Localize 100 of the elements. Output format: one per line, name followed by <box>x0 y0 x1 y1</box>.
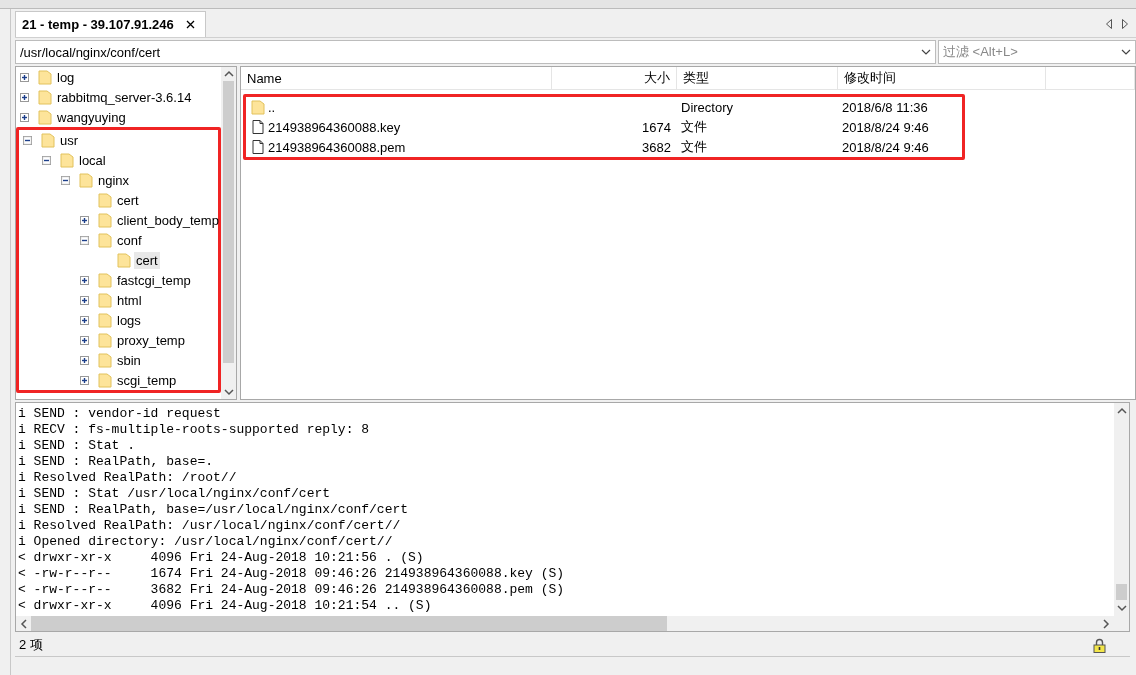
expand-icon[interactable] <box>80 375 89 385</box>
session-tab[interactable]: 21 - temp - 39.107.91.246 <box>15 11 206 37</box>
file-modified: 2018/8/24 9:46 <box>842 119 929 135</box>
tree-item[interactable]: usr <box>19 130 218 150</box>
folder-icon <box>37 89 53 105</box>
path-field[interactable]: /usr/local/nginx/conf/cert <box>15 40 936 64</box>
folder-icon <box>250 99 266 115</box>
folder-icon <box>97 272 113 288</box>
folder-icon <box>97 212 113 228</box>
file-icon <box>250 139 266 155</box>
folder-icon <box>59 152 75 168</box>
folder-icon <box>40 132 56 148</box>
tree-item[interactable]: nginx <box>19 170 218 190</box>
file-size: 1674 <box>642 119 671 135</box>
file-row[interactable]: 214938964360088.pem 3682 文件 2018/8/24 9:46 <box>246 137 962 157</box>
tree-item[interactable]: html <box>19 290 218 310</box>
scrollbar[interactable] <box>221 67 236 399</box>
scrollbar-thumb[interactable] <box>223 81 234 363</box>
scrollbar-thumb[interactable] <box>1116 584 1127 600</box>
column-header[interactable]: Name <box>241 67 552 89</box>
tree-item[interactable]: rabbitmq_server-3.6.14 <box>16 87 221 107</box>
scrollbar-thumb[interactable] <box>31 616 667 631</box>
log-line: < -rw-r--r-- 3682 Fri 24-Aug-2018 09:46:26 214938964360088.pem (S) <box>18 582 566 598</box>
folder-icon <box>97 352 113 368</box>
scroll-up-icon[interactable] <box>223 70 234 78</box>
scroll-left-icon[interactable] <box>20 618 27 629</box>
log-line: i SEND : vendor-id request <box>18 406 222 422</box>
scrollbar[interactable] <box>1114 403 1129 616</box>
tree-item[interactable]: scgi_temp <box>19 370 218 390</box>
file-row[interactable]: .. Directory 2018/6/8 11:36 <box>246 97 962 117</box>
collapse-icon[interactable] <box>61 175 70 185</box>
log-line: i SEND : RealPath, base=. <box>18 454 215 470</box>
column-header[interactable]: 类型 <box>677 67 838 89</box>
item-count: 2 项 <box>19 636 43 654</box>
file-type: 文件 <box>681 138 707 156</box>
column-header[interactable]: 修改时间 <box>838 67 1046 89</box>
folder-icon <box>116 252 132 268</box>
expand-icon[interactable] <box>80 275 89 285</box>
collapse-icon[interactable] <box>42 155 51 165</box>
lock-icon <box>1093 637 1106 653</box>
expand-icon[interactable] <box>80 335 89 345</box>
folder-icon <box>37 69 53 85</box>
file-icon <box>250 119 266 135</box>
tree-item[interactable]: conf <box>19 230 218 250</box>
expand-icon[interactable] <box>80 355 89 365</box>
log-line: i SEND : Stat . <box>18 438 137 454</box>
folder-icon <box>78 172 94 188</box>
expand-icon[interactable] <box>80 215 89 225</box>
scroll-up-icon[interactable] <box>1116 407 1127 415</box>
log-line: i Opened directory: /usr/local/nginx/conf/cert// <box>18 534 394 550</box>
log-line: < drwxr-xr-x 4096 Fri 24-Aug-2018 10:21:54 .. (S) <box>18 598 433 614</box>
file-type: Directory <box>681 99 733 115</box>
tree-item[interactable]: log <box>16 67 221 87</box>
log-line: i RECV : fs-multiple-roots-supported reply: 8 <box>18 422 371 438</box>
scroll-right-icon[interactable] <box>1122 19 1128 29</box>
folder-icon <box>97 292 113 308</box>
expand-icon[interactable] <box>80 315 89 325</box>
file-name: 214938964360088.pem <box>268 139 406 155</box>
tree-item[interactable]: wangyuying <box>16 107 221 127</box>
folder-icon <box>97 312 113 328</box>
log-line: < -rw-r--r-- 1674 Fri 24-Aug-2018 09:46:26 214938964360088.key (S) <box>18 566 566 582</box>
expand-icon[interactable] <box>20 112 29 122</box>
tree-item[interactable]: cert <box>19 250 218 270</box>
scroll-left-icon[interactable] <box>1106 19 1112 29</box>
expand-icon[interactable] <box>20 72 29 82</box>
tree-item[interactable]: sbin <box>19 350 218 370</box>
folder-icon <box>97 332 113 348</box>
log-line: i SEND : Stat /usr/local/nginx/conf/cert <box>18 486 332 502</box>
file-type: 文件 <box>681 118 707 136</box>
tree-item[interactable]: cert <box>19 190 218 210</box>
log-line: i SEND : RealPath, base=/usr/local/nginx/conf/cert <box>18 502 410 518</box>
dropdown-icon[interactable] <box>1121 49 1131 55</box>
dropdown-icon[interactable] <box>921 49 931 55</box>
folder-icon <box>37 109 53 125</box>
close-icon[interactable] <box>185 20 195 29</box>
tree-item[interactable]: logs <box>19 310 218 330</box>
file-modified: 2018/8/24 9:46 <box>842 139 929 155</box>
column-header[interactable]: 大小 <box>552 67 677 89</box>
log-line: i Resolved RealPath: /usr/local/nginx/conf/cert// <box>18 518 402 534</box>
folder-icon <box>97 192 113 208</box>
tree-item[interactable]: local <box>19 150 218 170</box>
expand-icon[interactable] <box>80 295 89 305</box>
file-name: .. <box>268 99 276 115</box>
file-name: 214938964360088.key <box>268 119 401 135</box>
scroll-down-icon[interactable] <box>1116 604 1127 612</box>
collapse-icon[interactable] <box>23 135 32 145</box>
filter-field[interactable]: 过滤 <Alt+L> <box>938 40 1136 64</box>
folder-icon <box>97 372 113 388</box>
tree-item[interactable]: fastcgi_temp <box>19 270 218 290</box>
file-size: 3682 <box>642 139 671 155</box>
scrollbar[interactable] <box>16 616 1129 631</box>
scroll-down-icon[interactable] <box>223 388 234 396</box>
file-modified: 2018/6/8 11:36 <box>842 99 928 115</box>
collapse-icon[interactable] <box>80 235 89 245</box>
scroll-right-icon[interactable] <box>1103 618 1110 629</box>
log-line: i Resolved RealPath: /root// <box>18 470 238 486</box>
expand-icon[interactable] <box>20 92 29 102</box>
folder-icon <box>97 232 113 248</box>
tree-item[interactable]: proxy_temp <box>19 330 218 350</box>
file-row[interactable]: 214938964360088.key 1674 文件 2018/8/24 9:46 <box>246 117 962 137</box>
